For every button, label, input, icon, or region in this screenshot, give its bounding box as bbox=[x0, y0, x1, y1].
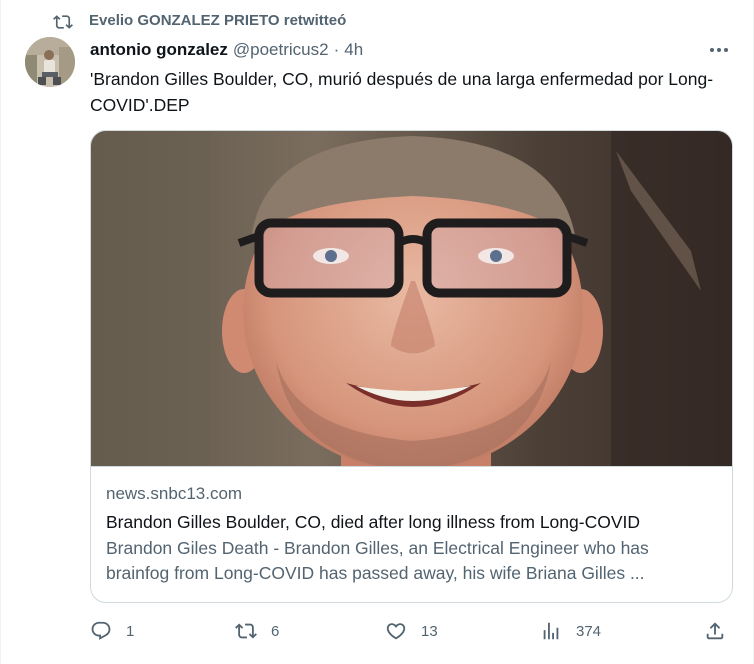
avatar-image bbox=[25, 37, 75, 87]
reply-count: 1 bbox=[126, 622, 135, 640]
retweet-icon bbox=[53, 15, 73, 29]
tweet-time[interactable]: 4h bbox=[344, 40, 363, 60]
retweet-label[interactable]: Evelio GONZALEZ PRIETO retwitteó bbox=[89, 12, 346, 29]
author-handle[interactable]: @poetricus2 bbox=[233, 40, 329, 60]
reply-button[interactable]: 1 bbox=[90, 619, 134, 643]
share-button[interactable] bbox=[704, 619, 726, 643]
card-description: Brandon Giles Death - Brandon Gilles, an… bbox=[106, 538, 649, 583]
retweet-count: 6 bbox=[271, 622, 280, 640]
card-domain: news.snbc13.com bbox=[106, 484, 243, 503]
like-count: 13 bbox=[421, 622, 438, 640]
share-icon bbox=[706, 622, 724, 640]
retweet-action-icon bbox=[235, 623, 257, 639]
views-chart-icon bbox=[543, 622, 559, 640]
tweet-actions: 1 6 13 374 bbox=[90, 619, 730, 643]
tweet-text: 'Brandon Gilles Boulder, CO, murió despu… bbox=[90, 69, 714, 115]
views-count: 374 bbox=[576, 622, 602, 640]
tweet-header: antonio gonzalez @poetricus2 · 4h bbox=[90, 38, 733, 62]
views-button[interactable]: 374 bbox=[540, 619, 601, 643]
like-button[interactable]: 13 bbox=[385, 619, 438, 643]
link-card[interactable]: news.snbc13.com Brandon Gilles Boulder, … bbox=[90, 130, 733, 603]
card-image bbox=[91, 131, 732, 467]
more-options-icon[interactable] bbox=[707, 40, 731, 60]
tweet-container: Evelio GONZALEZ PRIETO retwitteó antonio… bbox=[0, 0, 754, 664]
card-title: Brandon Gilles Boulder, CO, died after l… bbox=[106, 512, 641, 532]
separator-dot: · bbox=[333, 40, 340, 59]
card-photo bbox=[91, 131, 732, 466]
author-name[interactable]: antonio gonzalez bbox=[90, 40, 228, 60]
reply-icon bbox=[91, 621, 111, 640]
retweet-button[interactable]: 6 bbox=[235, 619, 279, 643]
heart-icon bbox=[386, 623, 406, 640]
avatar[interactable] bbox=[25, 37, 75, 87]
card-body: news.snbc13.com Brandon Gilles Boulder, … bbox=[106, 483, 716, 586]
